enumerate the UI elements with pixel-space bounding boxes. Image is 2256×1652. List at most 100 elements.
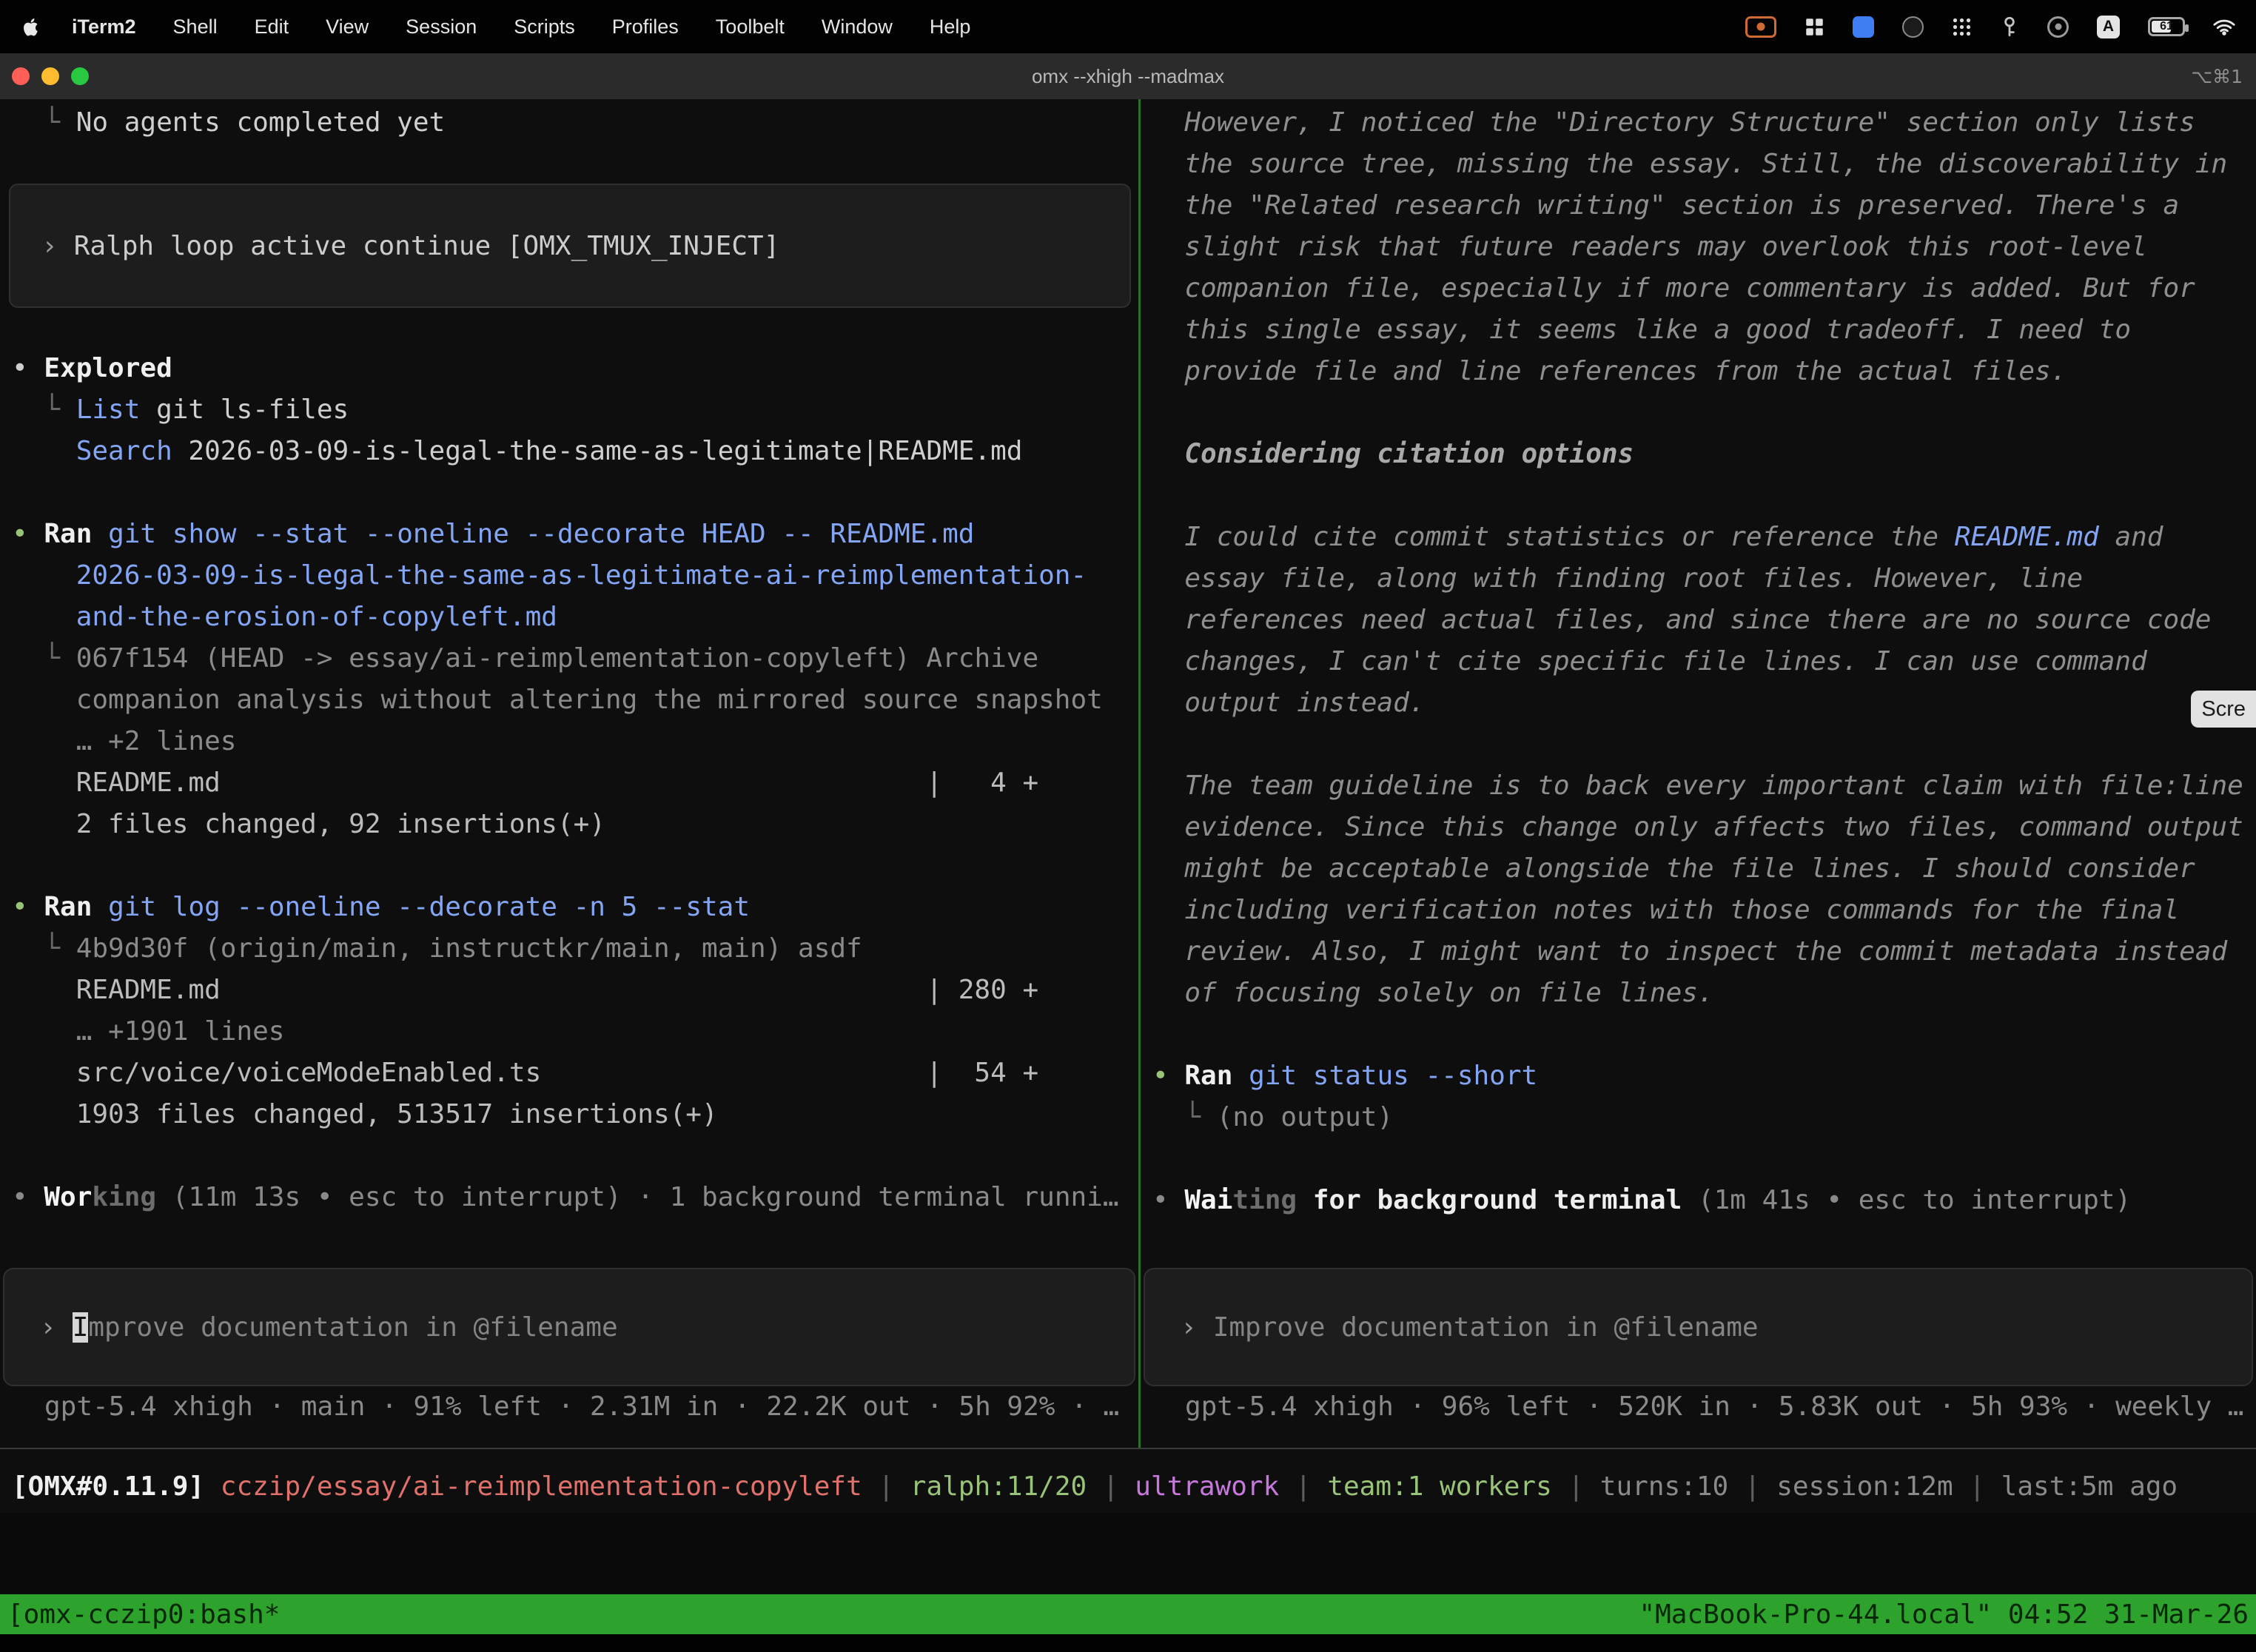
terminal-line: └ 067f154 (HEAD -> essay/ai-reimplementa…	[0, 638, 1138, 679]
menu-item-toolbelt[interactable]: Toolbelt	[716, 16, 785, 38]
terminal-line: of focusing solely on file lines.	[1141, 973, 2256, 1014]
terminal-line: README.md | 280 +	[0, 970, 1138, 1011]
left-pane-spacer	[0, 1218, 1138, 1268]
right-prompt-input[interactable]: › Improve documentation in @filename	[1144, 1268, 2253, 1386]
terminal-line	[1141, 475, 2256, 517]
terminal-line: companion analysis without altering the …	[0, 679, 1138, 721]
tmux-window-name[interactable]: [omx-cczip0:bash*	[7, 1599, 280, 1630]
terminal-line: 2026-03-09-is-legal-the-same-as-legitima…	[0, 555, 1138, 597]
terminal-line: • Ran git log --oneline --decorate -n 5 …	[0, 887, 1138, 928]
terminal-line: slight risk that future readers may over…	[1141, 226, 2256, 268]
status-segment: ralph:11/20	[910, 1471, 1087, 1502]
omx-status-bar: [OMX#0.11.9] cczip/essay/ai-reimplementa…	[0, 1448, 2256, 1513]
menu-item-view[interactable]: View	[326, 16, 369, 38]
terminal-line	[0, 1135, 1138, 1177]
terminal-line: README.md | 4 +	[0, 762, 1138, 804]
terminal-line: 1903 files changed, 513517 insertions(+)	[0, 1094, 1138, 1135]
window-title: omx --xhigh --madmax	[0, 65, 2256, 88]
terminal-line	[1141, 392, 2256, 434]
left-scrollback: • Explored └ List git ls-files Search 20…	[0, 348, 1138, 1218]
terminal-line: I could cite commit statistics or refere…	[1141, 517, 2256, 558]
terminal-line: evidence. Since this change only affects…	[1141, 807, 2256, 848]
terminal-line	[1141, 1138, 2256, 1180]
status-segment: |	[1728, 1471, 1776, 1502]
right-pane-spacer	[1141, 1221, 2256, 1268]
dark-app-icon[interactable]	[1902, 16, 1924, 38]
menu-item-help[interactable]: Help	[930, 16, 971, 38]
status-segment: ultrawork	[1135, 1471, 1279, 1502]
apple-logo-icon	[21, 16, 39, 38]
key-icon[interactable]	[2000, 16, 2019, 38]
left-pane: └ No agents completed yet › Ralph loop a…	[0, 99, 1138, 1448]
input-text: mprove documentation in @filename	[88, 1312, 617, 1343]
terminal-line	[1141, 1014, 2256, 1055]
wifi-icon[interactable]	[2213, 19, 2235, 36]
menu-item-window[interactable]: Window	[822, 16, 893, 38]
terminal-line: output instead.	[1141, 682, 2256, 724]
terminal-line: • Ran git show --stat --oneline --decora…	[0, 514, 1138, 555]
menu-item-profiles[interactable]: Profiles	[612, 16, 679, 38]
terminal-line: src/voice/voiceModeEnabled.ts | 54 +	[0, 1052, 1138, 1094]
input-source-icon[interactable]: A	[2097, 16, 2120, 38]
app-grid-icon[interactable]	[1952, 17, 1972, 37]
menu-bar-status-icons: A 61	[1745, 16, 2235, 38]
status-segment: |	[1087, 1471, 1135, 1502]
terminal-line: 2 files changed, 92 insertions(+)	[0, 804, 1138, 845]
terminal-line: … +1901 lines	[0, 1011, 1138, 1052]
window-grid-icon[interactable]	[1805, 17, 1824, 37]
screen-recording-indicator[interactable]	[1745, 16, 1776, 38]
menu-bar: iTerm2 Shell Edit View Session Scripts Profile…	[0, 0, 2256, 53]
left-model-status-line: gpt-5.4 xhigh · main · 91% left · 2.31M …	[0, 1386, 1138, 1428]
terminal-line: this single essay, it seems like a good …	[1141, 309, 2256, 351]
left-scrollback-top: └ No agents completed yet	[0, 102, 1138, 144]
terminal-line: • Waiting for background terminal (1m 41…	[1141, 1180, 2256, 1221]
terminal-line: review. Also, I might want to inspect th…	[1141, 931, 2256, 973]
status-segment: |	[1953, 1471, 2001, 1502]
terminal-line: • Explored	[0, 348, 1138, 389]
menu-item-scripts[interactable]: Scripts	[514, 16, 575, 38]
terminal-line: references need actual files, and since …	[1141, 600, 2256, 641]
terminal-line: However, I noticed the "Directory Struct…	[1141, 102, 2256, 144]
terminal-line: Considering citation options	[1141, 434, 2256, 475]
status-segment: [OMX#0.11.9]	[12, 1471, 204, 1502]
ralph-inject-text: Ralph loop active continue [OMX_TMUX_INJ…	[74, 231, 780, 261]
window-title-bar: omx --xhigh --madmax ⌥⌘1	[0, 53, 2256, 99]
status-segment: turns:10	[1600, 1471, 1728, 1502]
status-segment: team:1 workers	[1327, 1471, 1551, 1502]
status-segment	[204, 1471, 221, 1502]
right-model-status-line: gpt-5.4 xhigh · 96% left · 520K in · 5.8…	[1141, 1386, 2256, 1428]
terminal-line: the "Related research writing" section i…	[1141, 185, 2256, 226]
input-source-label: A	[2103, 18, 2114, 36]
terminal-line: the source tree, missing the essay. Stil…	[1141, 144, 2256, 185]
right-pane: However, I noticed the "Directory Struct…	[1141, 99, 2256, 1448]
terminal-line: … +2 lines	[0, 721, 1138, 762]
text-cursor: I	[73, 1312, 89, 1343]
menu-item-session[interactable]: Session	[406, 16, 477, 38]
menu-item-iterm2[interactable]: iTerm2	[72, 16, 136, 38]
apple-menu[interactable]	[21, 16, 39, 38]
terminal-line: essay file, along with finding root file…	[1141, 558, 2256, 600]
bottom-strip	[0, 1634, 2256, 1652]
menu-item-edit[interactable]: Edit	[255, 16, 289, 38]
status-segment: last:5m ago	[2001, 1471, 2178, 1502]
terminal-line: including verification notes with those …	[1141, 890, 2256, 931]
status-segment: |	[1279, 1471, 1327, 1502]
footer-gap	[0, 1513, 2256, 1594]
battery-percent: 61	[2150, 19, 2183, 34]
terminal-line: provide file and line references from th…	[1141, 351, 2256, 392]
ring-app-icon[interactable]	[2047, 16, 2069, 38]
status-segment: |	[1552, 1471, 1600, 1502]
terminal-line: companion file, especially if more comme…	[1141, 268, 2256, 309]
battery-icon[interactable]: 61	[2148, 17, 2185, 36]
window-shortcut-badge: ⌥⌘1	[2191, 66, 2243, 87]
blue-app-icon[interactable]	[1853, 16, 1874, 38]
left-prompt-input[interactable]: › I mprove documentation in @filename	[3, 1268, 1135, 1386]
terminal-line: └ 4b9d30f (origin/main, instructkr/main,…	[0, 928, 1138, 970]
menu-item-shell[interactable]: Shell	[173, 16, 218, 38]
input-text: Improve documentation in @filename	[1213, 1312, 1759, 1343]
clipped-tooltip[interactable]: Scre	[2191, 691, 2256, 728]
app-menus: iTerm2 Shell Edit View Session Scripts Profile…	[72, 16, 970, 38]
terminal-line: • Working (11m 13s • esc to interrupt) ·…	[0, 1177, 1138, 1218]
tmux-host-clock: "MacBook-Pro-44.local" 04:52 31-Mar-26	[1639, 1599, 2249, 1630]
terminal: └ No agents completed yet › Ralph loop a…	[0, 99, 2256, 1448]
